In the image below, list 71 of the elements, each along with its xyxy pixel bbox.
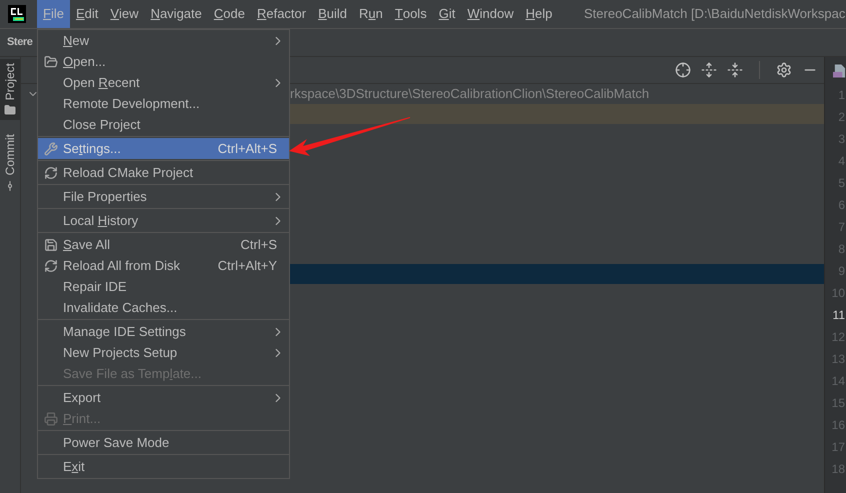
window-title: StereoCalibMatch [D:\BaiduNetdiskWorkspac	[584, 5, 846, 24]
tree-item-label: rkspace\3DStructure\StereoCalibrationClion\StereoCalibMatch	[290, 85, 650, 104]
menu-item[interactable]: Remote Development...	[38, 93, 289, 114]
collapse-all-icon[interactable]	[727, 62, 743, 78]
menu-item[interactable]: Close Project	[38, 114, 289, 135]
menu-item-label: Invalidate Caches...	[63, 298, 178, 317]
menu-item-label: Save All	[63, 236, 110, 254]
breadcrumb[interactable]: Stere	[7, 34, 33, 51]
line-number: 11	[832, 307, 846, 324]
menu-item-label: New	[63, 32, 90, 50]
expand-all-icon[interactable]	[701, 62, 717, 78]
menu-item-label: Export	[63, 388, 101, 407]
settings-icon[interactable]	[776, 62, 792, 78]
menu-item[interactable]: Exit	[38, 456, 289, 477]
menu-bar-item[interactable]: Navigate	[144, 0, 208, 28]
menu-bar-item[interactable]: Build	[312, 0, 354, 28]
menu-item-label: Open...	[63, 52, 106, 71]
menu-item-label: Power Save Mode	[63, 434, 170, 452]
logo-icon	[8, 5, 26, 23]
menu-item[interactable]: Local History	[38, 210, 289, 231]
menu-item[interactable]: Open...	[38, 51, 289, 72]
menu-item[interactable]: Save All Ctrl+S	[38, 234, 289, 255]
menu-item-label: Remote Development...	[63, 94, 200, 113]
shortcut-label: Ctrl+Alt+Y	[218, 256, 277, 275]
menu-item[interactable]: Repair IDE	[38, 276, 289, 297]
folder-icon	[44, 54, 58, 68]
menu-item[interactable]: File Properties	[38, 186, 289, 207]
refresh-icon	[44, 166, 58, 180]
menu-item[interactable]: Export	[38, 387, 289, 408]
save-icon	[44, 238, 58, 252]
menu-bar-item[interactable]: Edit	[70, 0, 104, 28]
refresh-icon	[44, 258, 58, 272]
file-icon[interactable]	[833, 62, 846, 78]
tab-label: Project	[2, 63, 18, 100]
menu-item[interactable]: New Projects Setup	[38, 342, 289, 363]
menu-item-label: Reload All from Disk	[63, 256, 180, 275]
menu-bar-item[interactable]: Window	[461, 0, 520, 28]
menu-item-label: Manage IDE Settings	[63, 322, 186, 341]
menu-bar-item[interactable]: Refactor	[250, 0, 312, 28]
menu-bar-item[interactable]: Run	[353, 0, 389, 28]
menu-item-label: Settings...	[63, 140, 121, 158]
tab-label: Commit	[2, 134, 18, 176]
menu-item-label: File Properties	[63, 188, 147, 206]
menu-item-label: Repair IDE	[63, 278, 127, 296]
menu-item[interactable]: Open Recent	[38, 72, 289, 93]
tool-window-tab[interactable]: Commit	[0, 130, 20, 196]
menu-item[interactable]: Reload CMake Project	[38, 162, 289, 183]
menu-item-label: Open Recent	[63, 74, 140, 92]
wrench-icon	[44, 142, 58, 156]
folder-icon	[4, 104, 16, 116]
menu-item-label: New Projects Setup	[63, 344, 178, 362]
menu-item-label: Local History	[63, 212, 138, 230]
menu-item[interactable]: Invalidate Caches...	[38, 297, 289, 318]
menu-bar-item[interactable]: Help	[520, 0, 558, 28]
menu-item-label: Reload CMake Project	[63, 164, 194, 182]
menu-item[interactable]: New	[38, 30, 289, 51]
locate-icon[interactable]	[675, 62, 691, 78]
shortcut-label: Ctrl+S	[240, 236, 277, 254]
shortcut-label: Ctrl+Alt+S	[218, 140, 277, 158]
menu-bar-item[interactable]: Code	[208, 0, 251, 28]
menu-item[interactable]: Reload All from Disk Ctrl+Alt+Y	[38, 255, 289, 276]
menu-bar-item[interactable]: Git	[432, 0, 462, 28]
tool-window-tab[interactable]: Project	[0, 59, 20, 120]
menu-item[interactable]: Settings... Ctrl+Alt+S	[38, 138, 289, 159]
menu-item[interactable]: Manage IDE Settings	[38, 321, 289, 342]
printer-icon	[44, 412, 58, 426]
menu-bar-item[interactable]: Tools	[388, 0, 433, 28]
menu-bar-item[interactable]: View	[104, 0, 145, 28]
menu-item[interactable]: Power Save Mode	[38, 432, 289, 453]
menu-item-label: Close Project	[63, 116, 140, 134]
menu-item-label: Exit	[63, 458, 85, 476]
